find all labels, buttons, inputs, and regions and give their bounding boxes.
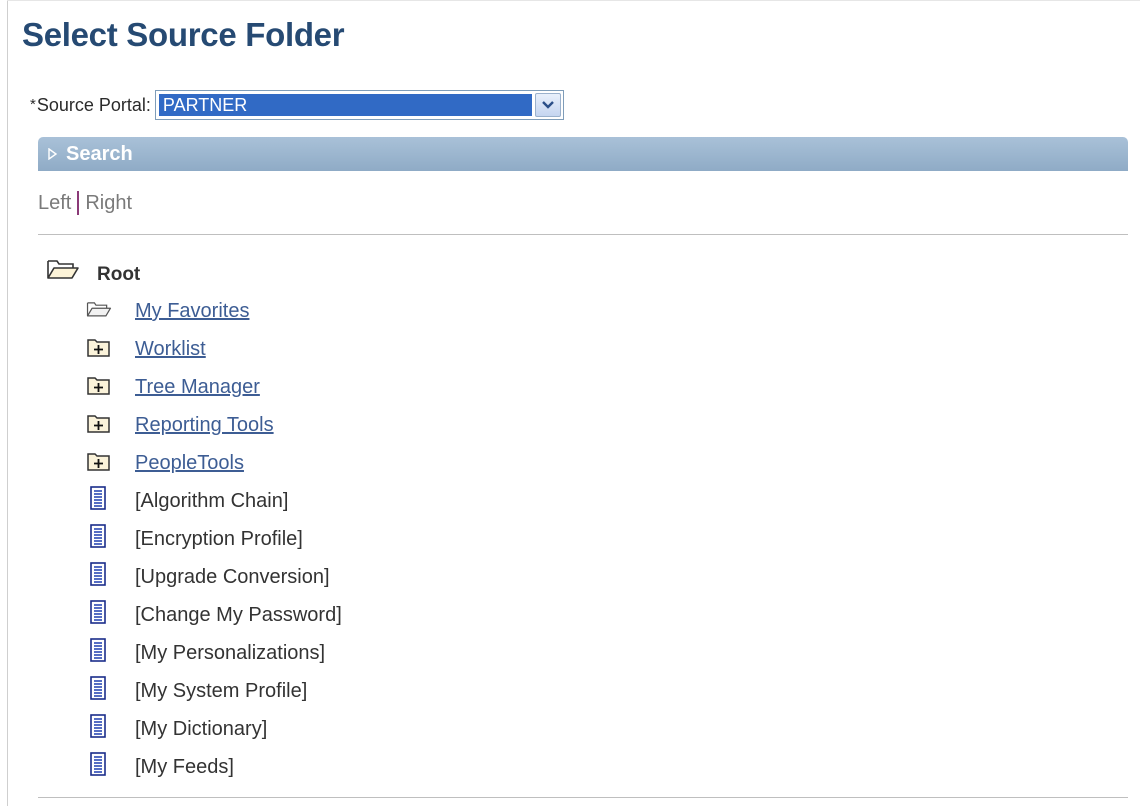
source-portal-label-text: Source Portal: — [36, 94, 151, 115]
folder-expand-icon[interactable] — [86, 334, 112, 360]
tree-item-label: [Change My Password] — [135, 604, 342, 626]
chevron-down-icon[interactable] — [534, 93, 561, 117]
folder-expand-icon[interactable] — [86, 372, 112, 398]
search-section-header[interactable]: Search — [38, 137, 1128, 171]
tree-item-link[interactable]: My Favorites — [135, 300, 249, 323]
content-reference-icon — [90, 676, 106, 700]
folder-expand-icon[interactable] — [86, 410, 112, 436]
tree-item-link[interactable]: Reporting Tools — [135, 414, 274, 437]
tree-item-label: [Upgrade Conversion] — [135, 566, 330, 588]
tree-item-label: [Algorithm Chain] — [135, 490, 289, 512]
tree-item-label: [My Feeds] — [135, 756, 234, 778]
tree-item-link[interactable]: Tree Manager — [135, 376, 260, 399]
content-reference-icon — [90, 752, 106, 776]
layout-toggle: Left Right — [38, 191, 132, 215]
right-link[interactable]: Right — [85, 192, 132, 215]
content-reference-icon — [90, 600, 106, 624]
content-reference-icon — [90, 714, 106, 738]
tree-root-label: Root — [97, 264, 141, 285]
tree-root: Root — [46, 256, 140, 286]
content-reference-icon — [90, 562, 106, 586]
tree-item-link[interactable]: Worklist — [135, 338, 206, 361]
content-reference-icon — [90, 638, 106, 662]
expand-triangle-icon[interactable] — [48, 148, 58, 160]
required-marker: * — [30, 95, 36, 113]
folder-open-icon — [86, 302, 112, 317]
folder-open-icon — [46, 257, 80, 286]
source-portal-dropdown[interactable]: PARTNER — [154, 90, 564, 120]
tree-item-label: [My Dictionary] — [135, 718, 268, 740]
tree-item-label: [My System Profile] — [135, 680, 308, 702]
left-link[interactable]: Left — [38, 192, 71, 215]
source-portal-selected-value[interactable]: PARTNER — [158, 94, 532, 116]
tree-top-divider — [38, 234, 1128, 235]
content-reference-icon — [90, 486, 106, 510]
content-reference-icon — [90, 524, 106, 548]
frame-left-border — [7, 0, 8, 806]
tree-item-label: [Encryption Profile] — [135, 528, 303, 550]
frame-top-border — [7, 0, 1140, 1]
toggle-separator — [77, 191, 80, 215]
source-portal-row: *Source Portal: PARTNER — [30, 89, 564, 121]
page-title: Select Source Folder — [22, 16, 345, 53]
tree-bottom-divider — [38, 797, 1128, 798]
search-section-label[interactable]: Search — [66, 143, 133, 166]
tree-item-link[interactable]: PeopleTools — [135, 452, 244, 475]
tree-item-label: [My Personalizations] — [135, 642, 326, 664]
folder-expand-icon[interactable] — [86, 448, 112, 474]
source-portal-label: *Source Portal: — [30, 95, 151, 116]
